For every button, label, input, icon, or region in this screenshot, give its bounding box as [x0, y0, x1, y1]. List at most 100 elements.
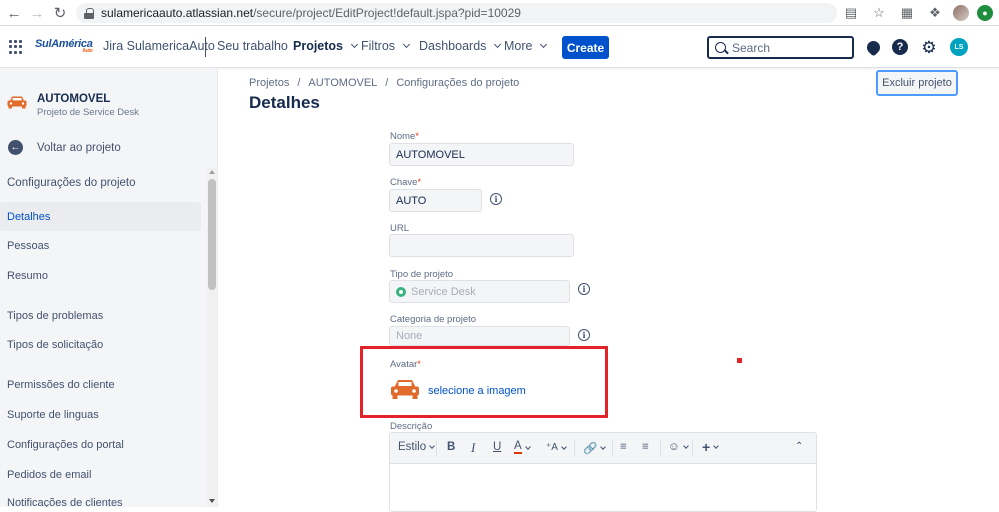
delete-project-button[interactable]: Excluir projeto: [876, 70, 958, 96]
avatar-initials: LS: [950, 38, 968, 56]
star-icon[interactable]: ☆: [869, 3, 889, 23]
sidebar-item-config-portal[interactable]: Configurações do portal: [0, 430, 201, 459]
forward-arrow-icon[interactable]: →: [26, 2, 48, 24]
nav-label: Projetos: [293, 39, 344, 53]
scroll-up-icon[interactable]: [209, 170, 215, 174]
chevron-down-icon: [561, 443, 567, 450]
url-host: sulamericaauto.atlassian.net: [101, 6, 254, 20]
underline-icon[interactable]: U: [493, 441, 501, 453]
info-icon[interactable]: i: [578, 283, 590, 295]
reload-icon[interactable]: ↻: [49, 2, 71, 24]
sidebar-item-permissoes-cliente[interactable]: Permissões do cliente: [0, 370, 201, 399]
service-desk-icon: [396, 286, 406, 297]
sidebar-item-detalhes[interactable]: Detalhes: [0, 202, 201, 231]
address-bar[interactable]: sulamericaauto.atlassian.net/secure/proj…: [76, 3, 837, 23]
translate-icon[interactable]: ▤: [841, 3, 861, 23]
url-field[interactable]: [389, 234, 574, 257]
bold-icon[interactable]: B: [447, 441, 455, 453]
numbered-list-icon[interactable]: ≡: [642, 441, 649, 453]
insert-plus-icon[interactable]: +: [702, 439, 720, 455]
company-logo[interactable]: SulAmérica Auto: [35, 38, 93, 54]
name-field[interactable]: AUTOMOVEL: [389, 143, 574, 166]
chevron-down-icon: [524, 443, 531, 450]
style-dropdown[interactable]: Estilo: [398, 441, 435, 453]
create-button[interactable]: Create: [562, 36, 609, 59]
link-icon[interactable]: 🔗: [583, 441, 607, 455]
profile-avatar[interactable]: [953, 5, 969, 21]
red-marker: [737, 358, 742, 363]
sidebar-item-tipos-problemas[interactable]: Tipos de problemas: [0, 301, 201, 330]
sidebar-item-resumo[interactable]: Resumo: [0, 261, 201, 290]
search-placeholder: Search: [732, 40, 771, 55]
toolbar-divider: [660, 440, 661, 457]
nav-label: More: [504, 39, 533, 53]
sidebar-item-suporte-linguas[interactable]: Suporte de linguas: [0, 400, 201, 429]
description-editor[interactable]: Estilo B I U A ⁺A 🔗 ≡ ≡ ☺ + ⌃: [389, 432, 817, 512]
project-type: Projeto de Service Desk: [37, 107, 139, 118]
nav-label: Seu trabalho: [217, 39, 288, 53]
label-text: Chave: [390, 177, 418, 188]
site-name[interactable]: Jira SulamericaAuto: [103, 39, 215, 53]
italic-icon[interactable]: I: [471, 440, 475, 456]
project-type-field: Service Desk: [389, 280, 570, 303]
breadcrumb-projetos[interactable]: Projetos: [249, 77, 289, 89]
more-formatting-icon[interactable]: ⁺A: [546, 442, 567, 453]
user-avatar[interactable]: LS: [950, 38, 968, 56]
category-field[interactable]: None: [389, 326, 570, 346]
sidebar-item-pedidos-email[interactable]: Pedidos de email: [0, 460, 201, 489]
nav-projetos[interactable]: Projetos: [293, 39, 359, 53]
style-label: Estilo: [398, 441, 427, 453]
puzzle-icon[interactable]: ❖: [925, 3, 945, 23]
breadcrumb-separator: /: [385, 77, 389, 89]
back-to-project-link[interactable]: ← Voltar ao projeto: [8, 140, 121, 155]
project-name: AUTOMOVEL: [37, 93, 111, 105]
toolbar-divider: [692, 440, 693, 457]
chevron-down-icon: [350, 40, 359, 49]
bell-icon: [863, 37, 883, 57]
project-type-value: Service Desk: [411, 285, 476, 298]
bullet-list-icon[interactable]: ≡: [620, 441, 627, 453]
key-field[interactable]: AUTO: [389, 189, 482, 212]
lock-icon: [84, 7, 94, 19]
qr-icon[interactable]: ▦: [897, 3, 917, 23]
main-content: Projetos / AUTOMOVEL / Configurações do …: [219, 68, 999, 512]
breadcrumb-settings[interactable]: Configurações do projeto: [396, 77, 519, 89]
sidebar-item-pessoas[interactable]: Pessoas: [0, 231, 201, 260]
breadcrumb-separator: /: [297, 77, 301, 89]
collapse-toolbar-icon[interactable]: ⌃: [795, 441, 803, 452]
search-input[interactable]: Search: [707, 36, 854, 59]
nav-more[interactable]: More: [504, 39, 548, 53]
sidebar-section-title: Configurações do projeto: [7, 177, 136, 189]
label-text: Nome: [390, 131, 416, 142]
toolbar-divider: [612, 440, 613, 457]
sidebar-item-tipos-solicitacao[interactable]: Tipos de solicitação: [0, 330, 201, 359]
chevron-down-icon: [494, 40, 502, 49]
key-label: Chave*: [390, 177, 421, 188]
info-icon[interactable]: i: [490, 193, 502, 205]
info-icon[interactable]: i: [578, 329, 590, 341]
extension-icon[interactable]: ●: [977, 5, 993, 21]
nav-dashboards[interactable]: Dashboards: [419, 39, 502, 53]
nav-seu-trabalho[interactable]: Seu trabalho: [217, 39, 288, 53]
editor-toolbar: Estilo B I U A ⁺A 🔗 ≡ ≡ ☺ + ⌃: [390, 433, 816, 464]
browser-toolbar: ← → ↻ sulamericaauto.atlassian.net/secur…: [0, 0, 999, 26]
text-color-icon[interactable]: A: [514, 440, 531, 454]
description-label: Descrição: [390, 421, 433, 432]
help-button[interactable]: ?: [891, 38, 909, 56]
sidebar-scroll-thumb[interactable]: [208, 179, 216, 290]
back-arrow-icon[interactable]: ←: [3, 2, 25, 24]
breadcrumb-project[interactable]: AUTOMOVEL: [308, 77, 377, 89]
notifications-button[interactable]: [863, 37, 883, 57]
nav-divider: [205, 37, 206, 57]
settings-button[interactable]: ⚙: [920, 38, 938, 56]
scroll-down-icon[interactable]: [209, 499, 215, 503]
name-label: Nome*: [390, 131, 419, 142]
app-switcher-icon[interactable]: [9, 40, 23, 54]
sidebar-item-notificacoes[interactable]: Notificações de clientes: [0, 488, 201, 508]
highlight-annotation: [360, 346, 608, 418]
nav-filtros[interactable]: Filtros: [361, 39, 411, 53]
emoji-icon[interactable]: ☺: [668, 441, 689, 453]
chevron-down-icon: [682, 443, 689, 449]
arrow-left-icon: ←: [8, 140, 23, 155]
help-icon: ?: [892, 39, 908, 55]
